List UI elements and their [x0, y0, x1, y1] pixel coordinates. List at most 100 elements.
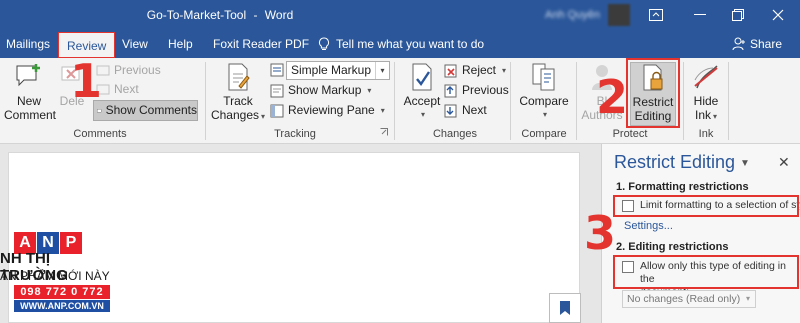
tracking-group-label: Tracking: [274, 128, 316, 140]
tell-me-text: Tell me what you want to do: [336, 37, 485, 51]
markup-icon: [270, 63, 284, 77]
track-changes-label-2: Changes ▾: [210, 108, 266, 122]
step-number-3: 3: [584, 206, 617, 260]
protect-group-label: Protect: [612, 128, 648, 140]
hide-ink-label-2: Ink ▾: [694, 108, 718, 122]
display-for-review-value: Simple Markup: [291, 63, 372, 77]
title-separator: -: [253, 8, 258, 22]
watermark-phone: 098 772 0 772: [14, 285, 110, 299]
comments-group-label: Comments: [73, 128, 127, 140]
reviewing-pane-icon: [270, 104, 284, 117]
track-changes-button[interactable]: Track Changes ▾: [210, 62, 266, 124]
new-comment-label-2: Comment: [4, 108, 57, 122]
anp-watermark-logo: A N P NH THỊ TRƯỜNG ẢN PHẨM MỚI NÀY 098 …: [0, 232, 112, 312]
changes-group-label: Changes: [432, 128, 478, 140]
group-divider: [728, 62, 729, 140]
hide-ink-label-1: Hide: [693, 94, 719, 108]
reviewing-pane-button[interactable]: Reviewing Pane ▾: [270, 101, 385, 120]
user-name[interactable]: Anh Quyên: [545, 8, 600, 22]
pane-options-icon[interactable]: ▼: [740, 158, 750, 169]
restore-button[interactable]: [716, 0, 760, 30]
ribbon-tab-row: Mailings Review View Help Foxit Reader P…: [0, 30, 800, 58]
tab-foxit-reader-pdf[interactable]: Foxit Reader PDF: [205, 30, 317, 58]
pane-title: Restrict Editing: [614, 152, 736, 172]
hide-ink-icon: [694, 65, 718, 89]
limit-formatting-highlight: [613, 195, 799, 217]
chevron-down-icon: ▾: [375, 62, 389, 79]
previous-change-label: Previous: [462, 83, 509, 97]
group-divider: [394, 62, 395, 140]
previous-change-icon: [444, 84, 457, 97]
compare-label: Compare: [519, 94, 569, 108]
title-bar: Go-To-Market-Tool - Word Anh Quyên: [0, 0, 800, 30]
compare-group-label: Compare: [521, 128, 567, 140]
editing-type-dropdown[interactable]: No changes (Read only) ▾: [622, 290, 756, 308]
restrict-editing-pane: Restrict Editing ▼ ✕ 1. Formatting restr…: [601, 144, 800, 323]
hide-ink-button[interactable]: Hide Ink ▾: [688, 62, 724, 124]
minimize-icon: [694, 14, 706, 15]
chevron-down-icon: ▾: [745, 294, 750, 303]
bookmark-button[interactable]: [549, 293, 581, 323]
new-comment-button[interactable]: New Comment: [4, 62, 57, 122]
show-comments-button[interactable]: Show Comments: [93, 100, 198, 121]
show-markup-button[interactable]: Show Markup ▾: [270, 81, 371, 100]
step-number-2: 2: [596, 70, 629, 124]
previous-comment-button[interactable]: Previous: [96, 61, 161, 80]
tab-help[interactable]: Help: [160, 30, 201, 58]
reject-label: Reject: [462, 63, 497, 77]
show-comments-label: Show Comments: [105, 103, 197, 117]
lightbulb-icon: [318, 37, 330, 50]
previous-change-button[interactable]: Previous: [444, 81, 509, 100]
ribbon-display-options-button[interactable]: [634, 0, 678, 30]
watermark-website: WWW.ANP.COM.VN: [14, 300, 110, 312]
ribbon: New Comment Dele Previous Next Show Comm…: [0, 58, 800, 144]
reviewing-pane-label: Reviewing Pane: [288, 103, 375, 117]
bookmark-icon: [560, 301, 570, 315]
tab-mailings[interactable]: Mailings: [0, 30, 58, 58]
compare-button[interactable]: Compare ▾: [516, 62, 572, 122]
track-changes-icon: [228, 63, 250, 91]
settings-link[interactable]: Settings...: [624, 220, 673, 232]
close-icon: [772, 9, 784, 21]
tracking-options-launcher[interactable]: [380, 125, 388, 139]
accept-icon: [412, 63, 432, 91]
show-markup-label: Show Markup: [288, 83, 362, 97]
tell-me-search[interactable]: Tell me what you want to do: [318, 30, 484, 58]
show-markup-icon: [270, 84, 284, 97]
allow-editing-highlight: [613, 255, 799, 289]
app-name: Word: [264, 8, 294, 22]
track-changes-label-1: Track: [223, 94, 253, 108]
new-comment-label-1: New: [16, 94, 41, 108]
tab-view[interactable]: View: [114, 30, 156, 58]
document-name: Go-To-Market-Tool: [146, 8, 247, 22]
editing-restrictions-heading: 2. Editing restrictions: [616, 241, 729, 253]
pane-close-icon[interactable]: ✕: [778, 154, 790, 171]
chevron-down-icon: ▾: [420, 110, 425, 119]
next-comment-label: Next: [114, 82, 139, 96]
reject-icon: [444, 64, 457, 77]
next-comment-button[interactable]: Next: [96, 80, 139, 99]
person-icon: [732, 37, 745, 51]
share-label: Share: [749, 37, 782, 51]
step-number-1: 1: [70, 54, 103, 108]
editing-type-value: No changes (Read only): [627, 293, 741, 305]
new-comment-icon: [16, 64, 40, 87]
next-change-label: Next: [462, 103, 487, 117]
accept-button[interactable]: Accept ▾: [400, 62, 444, 122]
restrict-editing-highlight: [626, 58, 680, 128]
formatting-restrictions-heading: 1. Formatting restrictions: [616, 181, 749, 193]
next-change-icon: [444, 104, 457, 117]
share-button[interactable]: Share: [732, 30, 782, 58]
ink-group-label: Ink: [698, 128, 714, 140]
watermark-line-2: ẢN PHẨM MỚI NÀY: [0, 269, 110, 283]
group-divider: [205, 62, 206, 140]
next-change-button[interactable]: Next: [444, 101, 487, 120]
display-for-review-dropdown[interactable]: Simple Markup ▾: [286, 61, 390, 80]
accept-label: Accept: [403, 94, 441, 108]
avatar[interactable]: [608, 4, 630, 26]
reject-button[interactable]: Reject ▾: [444, 61, 506, 80]
close-button[interactable]: [756, 0, 800, 30]
group-divider: [576, 62, 577, 140]
previous-comment-label: Previous: [114, 63, 161, 77]
dialog-launcher-icon: [380, 128, 388, 136]
